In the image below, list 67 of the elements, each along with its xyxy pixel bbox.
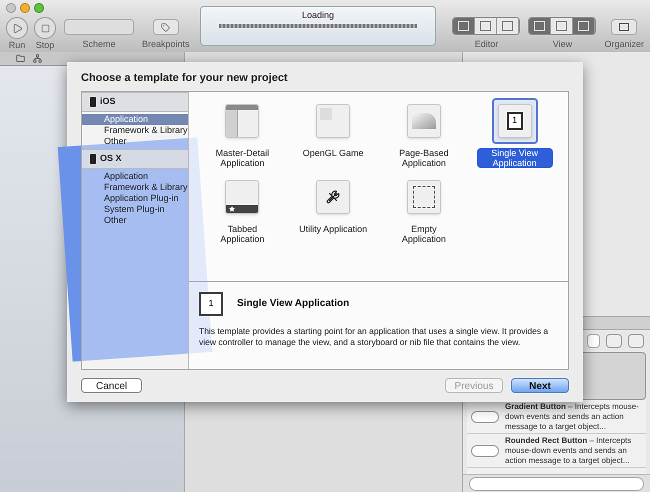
template-label: Single View Application — [476, 148, 553, 168]
device-icon — [90, 96, 96, 106]
dashed-frame-icon — [406, 180, 441, 214]
segment-label: Editor — [474, 39, 498, 49]
segment-button[interactable] — [529, 18, 552, 34]
sheet-title: Choose a template for your new project — [81, 71, 289, 86]
page-curl-icon — [406, 104, 441, 138]
category-item[interactable]: Other — [82, 136, 188, 146]
breakpoints-button[interactable]: Breakpoints — [142, 19, 190, 49]
template-option[interactable]: Master-Detail Application — [197, 98, 288, 168]
category-item[interactable]: System Plug-in — [82, 204, 188, 214]
category-item[interactable]: Framework & Library — [82, 182, 188, 192]
template-label: Empty Application — [400, 224, 447, 244]
platform-header: OS X — [82, 148, 188, 168]
tools-icon — [316, 180, 350, 214]
play-icon — [12, 22, 22, 34]
segment-button[interactable] — [497, 18, 520, 34]
list-view-icon[interactable] — [628, 334, 644, 348]
device-icon — [90, 154, 96, 164]
button-preview-icon — [471, 444, 499, 456]
library-popup[interactable] — [587, 334, 600, 348]
category-item[interactable]: Application Plug-in — [82, 192, 188, 204]
tab-bar-icon — [225, 180, 260, 214]
library-item[interactable]: Rounded Rect Button – Intercepts mouse-down events and sends an action message to a target object... — [467, 434, 646, 468]
split-view-icon — [225, 104, 260, 138]
library-item-text: Rounded Rect Button – Intercepts mouse-down events and sends an action message to a target object... — [505, 436, 632, 466]
numbered-view-icon: 1 — [498, 104, 532, 138]
category-item[interactable]: Other — [82, 214, 188, 226]
category-item[interactable]: Application — [82, 170, 188, 182]
template-label: Master-Detail Application — [214, 148, 270, 168]
template-label: OpenGL Game — [302, 148, 364, 158]
template-option[interactable]: Page-Based Application — [378, 98, 470, 168]
segment-button[interactable] — [551, 18, 574, 34]
category-item[interactable]: Framework & Library — [82, 124, 188, 136]
template-option[interactable]: 1 Single View Application — [469, 98, 560, 168]
segment-label: View — [552, 39, 572, 49]
platform-header: iOS — [82, 92, 188, 112]
segment-button[interactable] — [475, 18, 498, 34]
category-item[interactable]: Application — [82, 114, 188, 124]
segment-button[interactable] — [453, 18, 476, 34]
library-item[interactable]: Gradient Button – Intercepts mouse-down events and sends an action message to a target object... — [467, 400, 646, 434]
zoom-window-icon[interactable] — [34, 3, 44, 13]
next-button[interactable]: Next — [511, 378, 569, 392]
stop-icon — [40, 24, 50, 32]
template-label: Utility Application — [298, 224, 368, 234]
detail-description: This template provides a starting point for an application that uses a single view. It provides a view controller to manage the view, and a storyboard or nib file that contains the view. — [199, 326, 550, 348]
template-option[interactable]: Empty Application — [378, 174, 470, 244]
activity-title: Loading — [302, 10, 334, 20]
detail-title: Single View Application — [237, 297, 350, 311]
tag-icon — [161, 22, 170, 32]
folder-icon[interactable] — [16, 54, 25, 63]
template-option[interactable]: Tabbed Application — [197, 174, 288, 244]
cancel-button[interactable]: Cancel — [81, 378, 142, 392]
organizer-button[interactable]: Organizer — [604, 19, 644, 49]
template-option[interactable]: OpenGL Game — [288, 98, 378, 168]
button-preview-icon — [471, 410, 499, 422]
template-option[interactable]: Utility Application — [288, 174, 378, 244]
close-window-icon[interactable] — [6, 3, 16, 13]
grid-view-icon[interactable] — [606, 334, 622, 348]
library-item-text: Gradient Button – Intercepts mouse-down events and sends an action message to a target object... — [505, 402, 640, 432]
minimize-window-icon[interactable] — [20, 3, 30, 13]
hierarchy-icon[interactable] — [33, 54, 42, 63]
numbered-view-icon: 1 — [199, 292, 223, 316]
segment-button[interactable] — [573, 18, 596, 34]
template-label: Page-Based Application — [398, 148, 450, 168]
template-label: Tabbed Application — [219, 224, 266, 244]
filter-field[interactable] — [469, 476, 644, 490]
